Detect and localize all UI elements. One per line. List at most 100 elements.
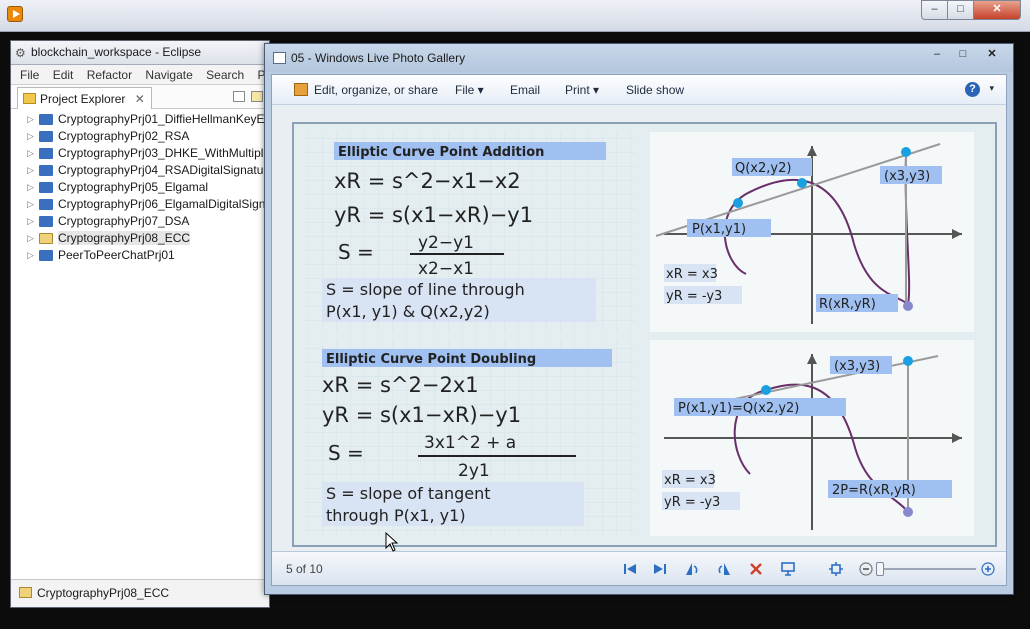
email-button[interactable]: Email [510, 83, 540, 97]
label-2p: 2P=R(xR,yR) [832, 483, 916, 498]
gallery-close-button[interactable]: ✕ [977, 46, 1007, 64]
project-folder-icon [39, 165, 53, 176]
expand-icon[interactable]: ▷ [27, 179, 34, 196]
zoom-slider-thumb[interactable] [876, 562, 884, 576]
addition-note-line1: S = slope of line through [326, 280, 525, 299]
addition-slope-denominator: x2−x1 [418, 259, 474, 279]
project-folder-icon [39, 131, 53, 142]
displayed-photo[interactable]: Elliptic Curve Point Addition xR = s^2−x… [292, 122, 997, 547]
doubling-heading: Elliptic Curve Point Doubling [326, 352, 536, 367]
tab-project-explorer[interactable]: Project Explorer ✕ [17, 87, 152, 109]
project-folder-icon [39, 250, 53, 261]
minimize-button[interactable]: – [921, 0, 948, 20]
doubling-note-line1: S = slope of tangent [326, 484, 491, 503]
label-yr: yR = -y3 [666, 289, 722, 304]
delete-icon[interactable] [748, 561, 764, 577]
photo-counter: 5 of 10 [286, 562, 323, 576]
next-icon[interactable] [652, 561, 668, 577]
menu-edit[interactable]: Edit [53, 68, 74, 82]
doubling-slope-numerator: 3x1^2 + a [424, 433, 516, 453]
label-x3: (x3,y3) [884, 169, 930, 184]
project-folder-icon [39, 182, 53, 193]
addition-heading: Elliptic Curve Point Addition [338, 145, 544, 160]
doubling-xr-equation: xR = s^2−2x1 [322, 373, 479, 397]
expand-icon[interactable]: ▷ [27, 145, 34, 162]
label-xr: xR = x3 [664, 473, 716, 488]
project-folder-icon [39, 148, 53, 159]
label-pq: P(x1,y1)=Q(x2,y2) [678, 401, 799, 416]
project-folder-icon [39, 114, 53, 125]
label-yr: yR = -y3 [664, 495, 720, 510]
addition-xr-equation: xR = s^2−x1−x2 [334, 169, 521, 193]
doubling-yr-equation: yR = s(x1−xR)−y1 [322, 403, 521, 427]
minimize-view-icon[interactable] [233, 91, 245, 102]
maximize-button[interactable]: □ [947, 0, 974, 20]
addition-yr-equation: yR = s(x1−xR)−y1 [334, 203, 533, 227]
point-x3 [903, 356, 913, 366]
link-editor-icon[interactable] [251, 91, 263, 102]
tree-item-peer[interactable]: ▷ PeerToPeerChatPrj01 [11, 247, 269, 264]
expand-icon[interactable]: ▷ [27, 111, 34, 128]
doubling-slope-denominator: 2y1 [458, 461, 490, 481]
gallery-bottom-bar: 5 of 10 [272, 551, 1006, 585]
slideshow-icon[interactable] [780, 561, 796, 577]
expand-icon[interactable]: ▷ [27, 230, 34, 247]
gallery-title-bar: 05 - Windows Live Photo Gallery – □ ✕ [265, 44, 1013, 72]
label-q: Q(x2,y2) [735, 161, 791, 176]
file-menu[interactable]: File ▾ [455, 83, 484, 97]
close-icon[interactable]: ✕ [135, 92, 145, 106]
outer-title-bar: – □ ✕ [0, 0, 1030, 32]
gallery-maximize-button[interactable]: □ [951, 46, 975, 64]
actual-size-icon[interactable] [828, 561, 844, 577]
expand-icon[interactable]: ▷ [27, 128, 34, 145]
zoom-out-icon[interactable] [858, 561, 874, 577]
tree-item-prj08[interactable]: ▷ CryptographyPrj08_ECC [11, 230, 269, 247]
menu-search[interactable]: Search [206, 68, 244, 82]
status-text: CryptographyPrj08_ECC [37, 586, 170, 600]
expand-icon[interactable]: ▷ [27, 196, 34, 213]
tree-item-prj06[interactable]: ▷ CryptographyPrj06_ElgamalDigitalSignatu [11, 196, 269, 213]
expand-icon[interactable]: ▷ [27, 162, 34, 179]
folder-icon [23, 93, 36, 104]
label-xr: xR = x3 [666, 267, 718, 282]
slide-show-button[interactable]: Slide show [626, 83, 684, 97]
tree-item-prj04[interactable]: ▷ CryptographyPrj04_RSADigitalSignature [11, 162, 269, 179]
gallery-minimize-button[interactable]: – [925, 46, 949, 64]
mouse-cursor [385, 532, 399, 552]
zoom-slider-track[interactable] [876, 568, 976, 570]
help-dropdown-icon[interactable]: ▾ [989, 83, 994, 94]
eclipse-status-bar: CryptographyPrj08_ECC [11, 579, 269, 607]
eclipse-menubar: File Edit Refactor Navigate Search Proje [11, 65, 269, 85]
expand-icon[interactable]: ▷ [27, 247, 34, 264]
ecc-slide: Elliptic Curve Point Addition xR = s^2−x… [302, 132, 974, 536]
expand-icon[interactable]: ▷ [27, 213, 34, 230]
point-p-doubled [761, 385, 771, 395]
help-icon[interactable]: ? [965, 82, 980, 97]
rotate-right-icon[interactable] [716, 561, 732, 577]
label-p: P(x1,y1) [692, 222, 746, 237]
eclipse-title-bar: ⚙ blockchain_workspace - Eclipse [11, 41, 269, 65]
tree-item-prj07[interactable]: ▷ CryptographyPrj07_DSA [11, 213, 269, 230]
tree-item-prj02[interactable]: ▷ CryptographyPrj02_RSA [11, 128, 269, 145]
previous-icon[interactable] [622, 561, 638, 577]
menu-refactor[interactable]: Refactor [87, 68, 132, 82]
tree-item-label: CryptographyPrj05_Elgamal [58, 180, 209, 194]
addition-slope-numerator: y2−y1 [418, 233, 474, 253]
tree-item-prj05[interactable]: ▷ CryptographyPrj05_Elgamal [11, 179, 269, 196]
zoom-in-icon[interactable] [980, 561, 996, 577]
tree-item-label: CryptographyPrj03_DHKE_WithMultiplicat [58, 146, 269, 160]
close-button[interactable]: ✕ [973, 0, 1021, 20]
menu-navigate[interactable]: Navigate [145, 68, 192, 82]
tree-item-prj03[interactable]: ▷ CryptographyPrj03_DHKE_WithMultiplicat [11, 145, 269, 162]
menu-file[interactable]: File [20, 68, 39, 82]
print-menu[interactable]: Print ▾ [565, 83, 599, 97]
tree-item-prj01[interactable]: ▷ CryptographyPrj01_DiffieHellmanKeyExch [11, 111, 269, 128]
rotate-left-icon[interactable] [684, 561, 700, 577]
label-x3: (x3,y3) [834, 359, 880, 374]
edit-organize-icon [294, 83, 308, 96]
gallery-app-icon [273, 52, 286, 64]
edit-organize-button[interactable]: Edit, organize, or share [314, 83, 438, 97]
doubling-note-line2: through P(x1, y1) [326, 506, 466, 525]
tree-item-label: CryptographyPrj07_DSA [58, 214, 190, 228]
gallery-title: 05 - Windows Live Photo Gallery [291, 51, 466, 65]
